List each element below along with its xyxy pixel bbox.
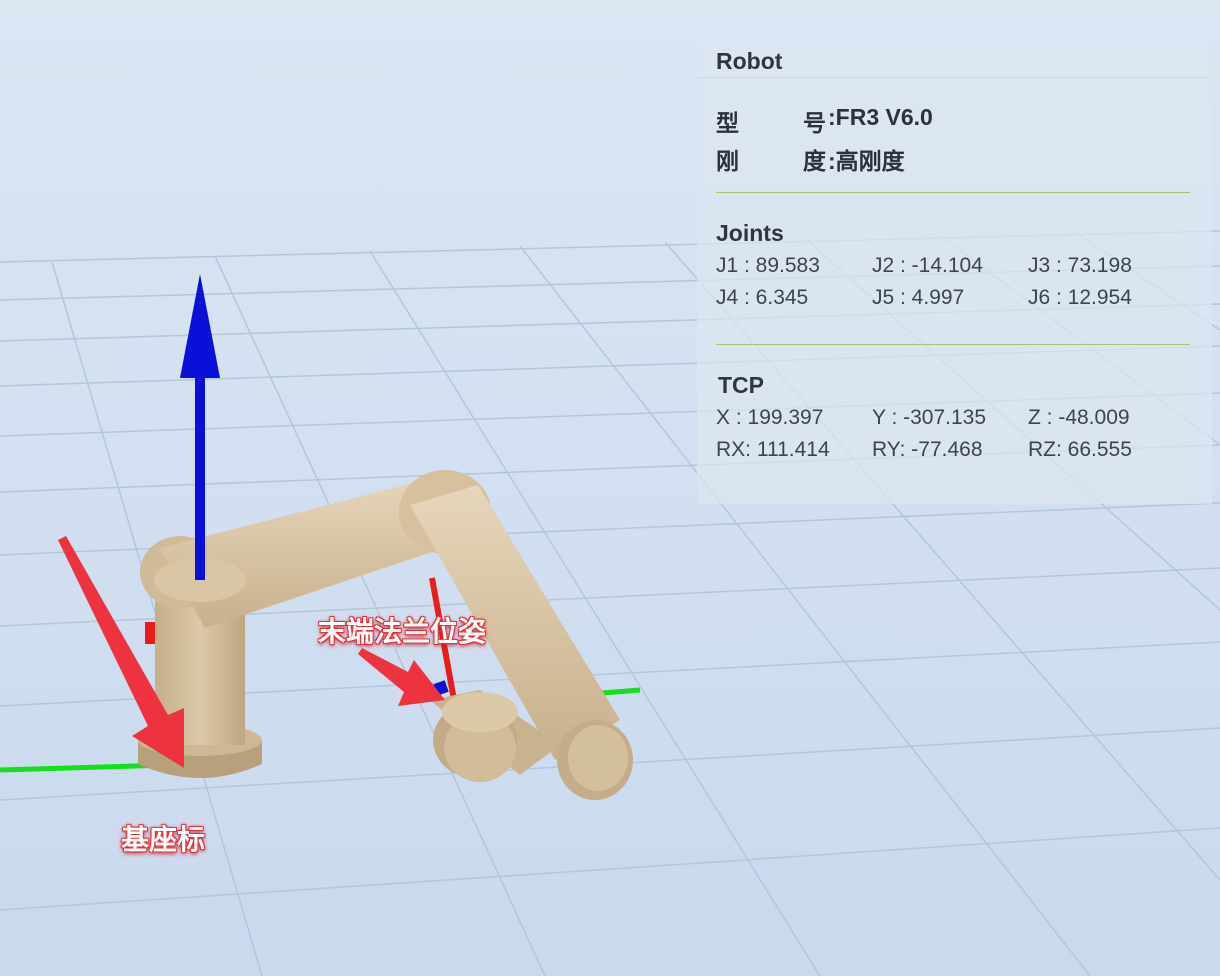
joint-value-j3: J3 : 73.198 (1028, 254, 1132, 277)
tcp-value-x: X : 199.397 (716, 406, 824, 429)
joint-value-j1: J1 : 89.583 (716, 254, 820, 277)
tcp-value-rz: RZ: 66.555 (1028, 438, 1132, 461)
stiffness-label-char2: 度 (803, 148, 826, 174)
robot-info-panel: Robot 型 号 :FR3 V6.0 刚 度 :高刚度 Joints J1 :… (697, 38, 1212, 504)
title-divider (697, 77, 1208, 78)
base-z-axis (180, 274, 220, 580)
tcp-value-z: Z : -48.009 (1028, 406, 1130, 429)
model-label-char1: 型 (716, 110, 739, 136)
tcp-value-rx: RX: 111.414 (716, 438, 830, 461)
annotation-arrow-flange (358, 648, 445, 706)
annotation-flange-pose: 末端法兰位姿 (318, 616, 487, 647)
stiffness-value: :高刚度 (828, 148, 905, 174)
joint-value-j6: J6 : 12.954 (1028, 286, 1132, 309)
tcp-title: TCP (718, 372, 764, 398)
base-x-axis-stub (145, 622, 155, 644)
model-value: :FR3 V6.0 (828, 104, 933, 130)
stiffness-row: 刚 度 :高刚度 (716, 142, 1116, 174)
annotation-base-frame: 基座标 (121, 824, 206, 855)
model-label-char2: 号 (803, 110, 826, 136)
joint-value-j5: J5 : 4.997 (872, 286, 965, 309)
model-row: 型 号 :FR3 V6.0 (716, 104, 1116, 136)
joint-value-j2: J2 : -14.104 (872, 254, 983, 277)
section-divider (716, 192, 1190, 193)
panel-title: Robot (716, 48, 783, 74)
tcp-value-ry: RY: -77.468 (872, 438, 983, 461)
joints-title: Joints (716, 220, 784, 246)
tcp-value-y: Y : -307.135 (872, 406, 987, 429)
joint-value-j4: J4 : 6.345 (716, 286, 809, 309)
section-divider (716, 344, 1190, 345)
stiffness-label-char1: 刚 (716, 148, 739, 174)
